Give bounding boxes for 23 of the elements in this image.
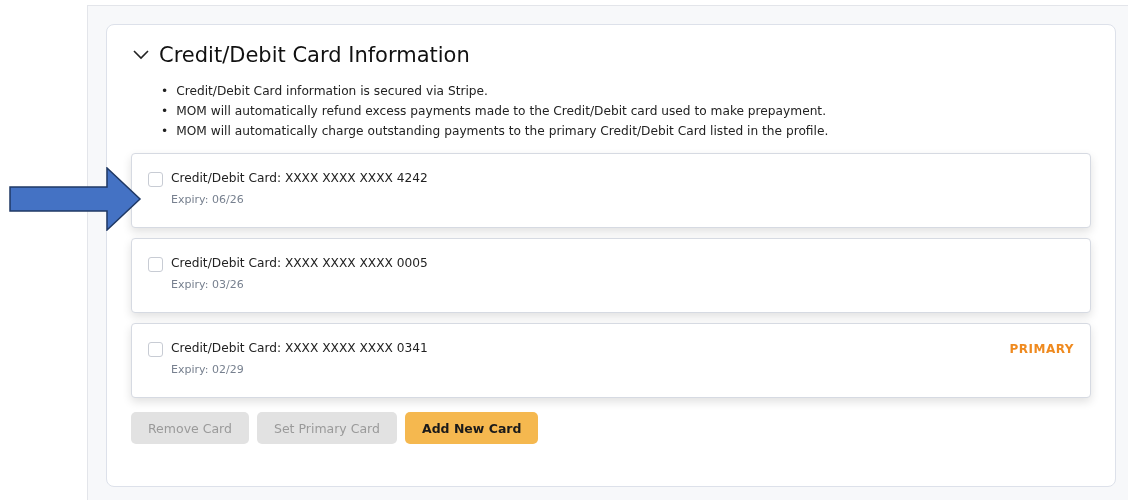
action-button[interactable]: Add New Card bbox=[405, 412, 539, 444]
card-number: Credit/Debit Card: XXXX XXXX XXXX 0341 bbox=[171, 341, 429, 355]
card-row[interactable]: Credit/Debit Card: XXXX XXXX XXXX 0341 Expiry: 02/29 PRIMARY bbox=[131, 323, 1091, 398]
card-row[interactable]: Credit/Debit Card: XXXX XXXX XXXX 0005 Expiry: 03/26 bbox=[131, 238, 1091, 313]
primary-label: PRIMARY bbox=[1009, 342, 1074, 356]
info-note: MOM will automatically charge outstanding payments to the primary Credit/Debit Card listed in the profile. bbox=[176, 123, 829, 139]
card-number: Credit/Debit Card: XXXX XXXX XXXX 0005 bbox=[171, 256, 429, 270]
card-expiry: Expiry: 02/29 bbox=[171, 363, 245, 376]
chevron-down-icon[interactable] bbox=[133, 50, 149, 60]
info-note: MOM will automatically refund excess payments made to the Credit/Debit card used to make prepayment. bbox=[176, 103, 826, 119]
card-number: Credit/Debit Card: XXXX XXXX XXXX 4242 bbox=[171, 171, 429, 185]
checkbox[interactable] bbox=[148, 257, 163, 272]
card-expiry: Expiry: 03/26 bbox=[171, 278, 245, 291]
section-title: Credit/Debit Card Information bbox=[159, 43, 470, 67]
bullet-mark: • bbox=[161, 103, 169, 119]
bullet-mark: • bbox=[161, 123, 169, 139]
card-row[interactable]: Credit/Debit Card: XXXX XXXX XXXX 4242 Expiry: 06/26 bbox=[131, 153, 1091, 228]
bullet-mark: • bbox=[161, 83, 169, 99]
card-expiry: Expiry: 06/26 bbox=[171, 193, 245, 206]
info-note: Credit/Debit Card information is secured via Stripe. bbox=[176, 83, 488, 99]
arrow-icon bbox=[9, 167, 142, 231]
checkbox[interactable] bbox=[148, 172, 163, 187]
checkbox[interactable] bbox=[148, 342, 163, 357]
